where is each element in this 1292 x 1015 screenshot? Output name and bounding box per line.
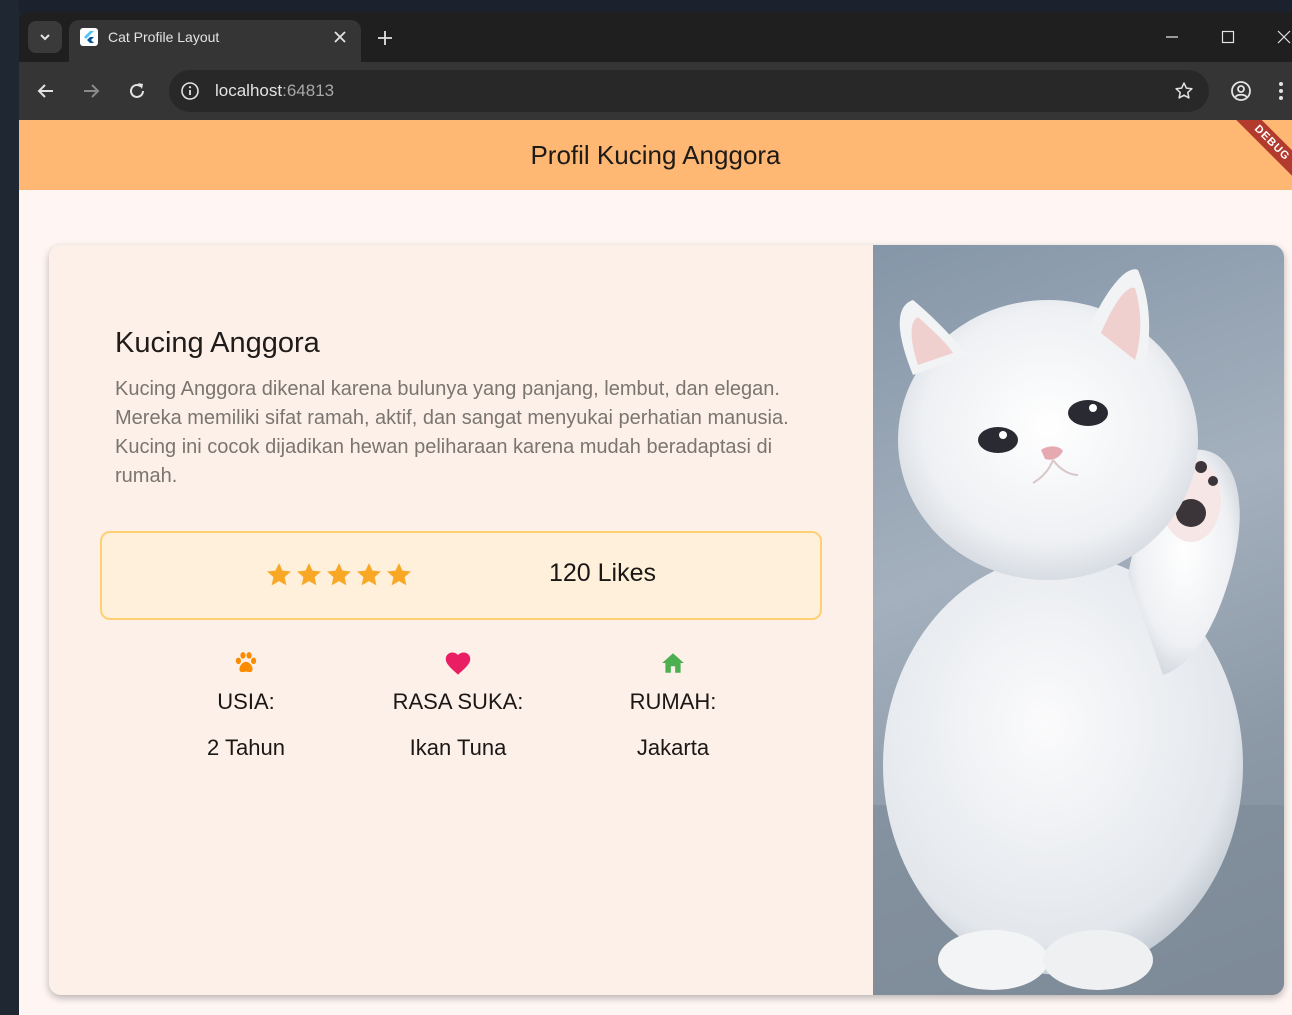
tab-strip: Cat Profile Layout: [19, 12, 1292, 62]
flutter-icon: [80, 28, 98, 46]
page-title: Profil Kucing Anggora: [530, 139, 781, 170]
info-icon[interactable]: [179, 80, 201, 102]
white-kitten-image: [873, 269, 1284, 995]
arrow-right-icon: [84, 84, 100, 98]
chevron-down-icon: [40, 34, 50, 41]
bookmark-star-icon[interactable]: [1173, 80, 1195, 102]
back-button[interactable]: [31, 76, 61, 106]
browser-window: Cat Profile Layout localhost:64813 Profi…: [19, 12, 1292, 1015]
more-vert-icon: [1279, 82, 1283, 100]
arrow-left-icon: [37, 84, 53, 98]
info-value: Jakarta: [636, 735, 710, 760]
profile-card: Kucing Anggora Kucing Anggora dikenal ka…: [49, 245, 1284, 995]
maximize-icon: [1221, 30, 1235, 44]
cat-name: Kucing Anggora: [115, 327, 320, 359]
desktop-background: [0, 0, 1292, 12]
new-tab-button[interactable]: [371, 24, 399, 52]
minimize-button[interactable]: [1149, 20, 1195, 54]
heart-icon: [444, 649, 472, 677]
reload-icon: [130, 83, 144, 98]
info-value: 2 Tahun: [207, 735, 285, 760]
tab-active[interactable]: Cat Profile Layout: [69, 20, 361, 62]
tab-close-button[interactable]: [329, 26, 351, 48]
url-text: localhost:64813: [215, 81, 334, 101]
profile-details: Kucing Anggora Kucing Anggora dikenal ka…: [49, 245, 873, 995]
profile-button[interactable]: [1226, 76, 1256, 106]
star-icon: [297, 563, 321, 586]
rating-stars: [265, 561, 413, 589]
forward-button[interactable]: [76, 76, 106, 106]
address-bar[interactable]: localhost:64813: [169, 70, 1209, 112]
plus-icon: [378, 31, 392, 45]
star-icon: [267, 563, 291, 586]
star-icon: [357, 563, 381, 586]
star-icon: [387, 563, 411, 586]
window-close-button[interactable]: [1261, 20, 1292, 54]
home-icon: [659, 649, 687, 677]
maximize-button[interactable]: [1205, 20, 1251, 54]
close-icon: [334, 31, 346, 43]
browser-toolbar: localhost:64813: [19, 62, 1292, 120]
info-home: RUMAH: Jakarta: [573, 649, 773, 761]
paw-icon: [232, 649, 260, 677]
debug-banner: DEBUG: [1223, 120, 1292, 192]
desktop-sidebar: [0, 0, 19, 1015]
rating-likes-box: 120 Likes: [100, 531, 822, 620]
app-bar: Profil Kucing Anggora DEBUG: [19, 120, 1292, 192]
star-icon: [327, 563, 351, 586]
cat-photo: [873, 245, 1284, 995]
tab-title: Cat Profile Layout: [108, 29, 220, 45]
likes-count: 120 Likes: [549, 559, 657, 587]
info-favorite: RASA SUKA: Ikan Tuna: [358, 649, 558, 761]
url-port: :64813: [282, 81, 335, 100]
reload-button[interactable]: [122, 76, 152, 106]
page-viewport: Profil Kucing Anggora DEBUG Kucing Anggo…: [19, 120, 1292, 1015]
close-icon: [1277, 30, 1291, 44]
info-label: USIA:: [217, 689, 275, 714]
cat-description: Kucing Anggora dikenal karena bulunya ya…: [115, 378, 789, 487]
info-age: USIA: 2 Tahun: [146, 649, 346, 761]
menu-button[interactable]: [1271, 76, 1291, 106]
info-label: RASA SUKA:: [392, 689, 524, 714]
minimize-icon: [1166, 36, 1178, 38]
url-host: localhost: [215, 81, 283, 100]
info-label: RUMAH:: [629, 689, 717, 714]
tab-search-button[interactable]: [28, 21, 62, 53]
account-icon: [1231, 81, 1251, 101]
info-value: Ikan Tuna: [409, 735, 507, 760]
